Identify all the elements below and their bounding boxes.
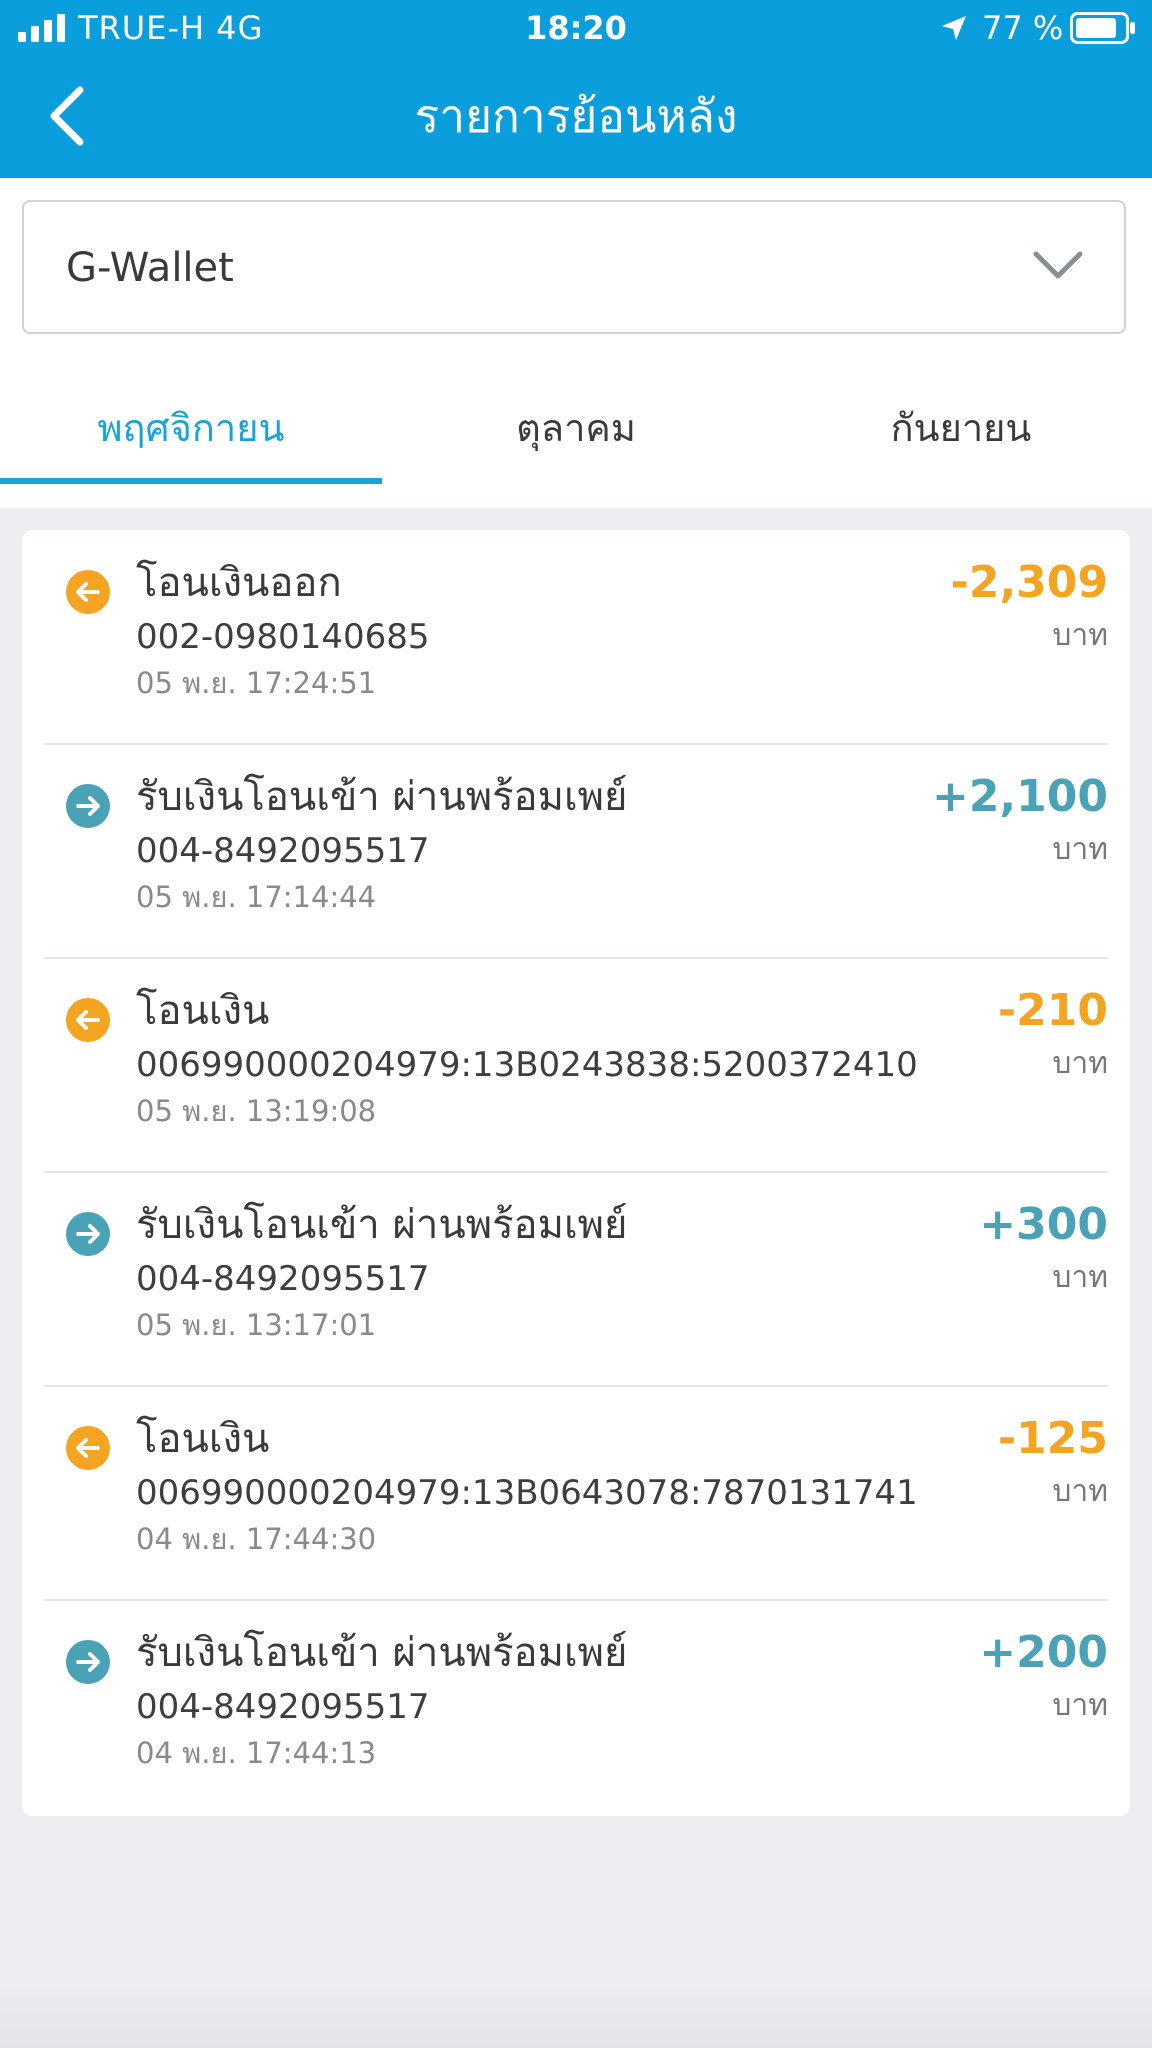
status-time: 18:20 bbox=[525, 9, 627, 47]
tab-october[interactable]: ตุลาคม bbox=[382, 378, 770, 508]
transaction-time: 05 พ.ย. 13:19:08 bbox=[136, 1094, 377, 1128]
arrow-left-circle-icon bbox=[66, 570, 110, 614]
navigation-bar: รายการย้อนหลัง bbox=[0, 58, 1152, 178]
month-tabs: พฤศจิกายน ตุลาคม กันยายน bbox=[0, 378, 1152, 508]
battery-percent: 77 % bbox=[982, 9, 1064, 47]
transaction-reference: 004-8492095517 bbox=[136, 1687, 430, 1727]
currency-unit: บาท bbox=[1052, 1260, 1108, 1295]
transaction-amount: +200 bbox=[979, 1627, 1108, 1678]
currency-unit: บาท bbox=[1052, 1046, 1108, 1081]
arrow-left-circle-icon bbox=[66, 998, 110, 1042]
transaction-time: 05 พ.ย. 17:24:51 bbox=[136, 666, 377, 700]
arrow-left-circle-icon bbox=[66, 1426, 110, 1470]
transaction-reference: 006990000204979:13B0243838:5200372410 bbox=[136, 1045, 918, 1085]
active-tab-indicator bbox=[0, 478, 382, 484]
transaction-amount: +300 bbox=[979, 1199, 1108, 1250]
transaction-reference: 002-0980140685 bbox=[136, 617, 430, 657]
transaction-title: รับเงินโอนเข้า ผ่านพร้อมเพย์ bbox=[136, 1630, 628, 1676]
transaction-reference: 004-8492095517 bbox=[136, 1259, 430, 1299]
transaction-row[interactable]: รับเงินโอนเข้า ผ่านพร้อมเพย์ 004-8492095… bbox=[44, 744, 1130, 958]
currency-unit: บาท bbox=[1052, 832, 1108, 867]
currency-unit: บาท bbox=[1052, 618, 1108, 653]
currency-unit: บาท bbox=[1052, 1688, 1108, 1723]
transaction-reference: 006990000204979:13B0643078:7870131741 bbox=[136, 1473, 918, 1513]
arrow-right-circle-icon bbox=[66, 1640, 110, 1684]
tab-september[interactable]: กันยายน bbox=[770, 378, 1152, 508]
wallet-select-dropdown[interactable]: G-Wallet bbox=[22, 200, 1126, 334]
status-bar: TRUE-H 4G 18:20 77 % bbox=[0, 0, 1152, 58]
transaction-time: 05 พ.ย. 17:14:44 bbox=[136, 880, 377, 914]
transaction-title: รับเงินโอนเข้า ผ่านพร้อมเพย์ bbox=[136, 1202, 628, 1248]
transaction-amount: -210 bbox=[997, 985, 1108, 1036]
tab-november[interactable]: พฤศจิกายน bbox=[0, 378, 382, 508]
transaction-amount: +2,100 bbox=[931, 771, 1108, 822]
arrow-right-circle-icon bbox=[66, 784, 110, 828]
chevron-down-icon bbox=[1033, 251, 1083, 279]
filter-area: G-Wallet พฤศจิกายน ตุลาคม กันยายน bbox=[0, 178, 1152, 508]
wallet-select-value: G-Wallet bbox=[66, 245, 234, 291]
tab-label: พฤศจิกายน bbox=[97, 406, 285, 450]
tab-label: กันยายน bbox=[890, 406, 1032, 450]
transaction-title: โอนเงิน bbox=[136, 988, 270, 1034]
battery-icon bbox=[1070, 12, 1135, 44]
tab-label: ตุลาคม bbox=[516, 406, 636, 450]
app-header: TRUE-H 4G 18:20 77 % รายการย้อนหลัง bbox=[0, 0, 1152, 178]
transaction-row[interactable]: รับเงินโอนเข้า ผ่านพร้อมเพย์ 004-8492095… bbox=[44, 1600, 1130, 1814]
transaction-title: โอนเงินออก bbox=[136, 560, 342, 606]
location-arrow-icon bbox=[942, 16, 966, 40]
transaction-time: 04 พ.ย. 17:44:30 bbox=[136, 1522, 377, 1556]
transaction-title: โอนเงิน bbox=[136, 1416, 270, 1462]
transaction-row[interactable]: โอนเงินออก 002-0980140685 05 พ.ย. 17:24:… bbox=[44, 530, 1130, 744]
transaction-row[interactable]: โอนเงิน 006990000204979:13B0643078:78701… bbox=[44, 1386, 1130, 1600]
transaction-row[interactable]: รับเงินโอนเข้า ผ่านพร้อมเพย์ 004-8492095… bbox=[44, 1172, 1130, 1386]
page-title: รายการย้อนหลัง bbox=[414, 89, 738, 143]
transaction-title: รับเงินโอนเข้า ผ่านพร้อมเพย์ bbox=[136, 774, 628, 820]
transaction-time: 04 พ.ย. 17:44:13 bbox=[136, 1736, 377, 1770]
transaction-amount: -125 bbox=[997, 1413, 1108, 1464]
transaction-list: โอนเงินออก 002-0980140685 05 พ.ย. 17:24:… bbox=[22, 530, 1130, 1816]
arrow-right-circle-icon bbox=[66, 1212, 110, 1256]
transaction-row[interactable]: โอนเงิน 006990000204979:13B0243838:52003… bbox=[44, 958, 1130, 1172]
transaction-amount: -2,309 bbox=[950, 557, 1108, 608]
transaction-time: 05 พ.ย. 13:17:01 bbox=[136, 1308, 377, 1342]
transaction-reference: 004-8492095517 bbox=[136, 831, 430, 871]
bottom-area bbox=[0, 1980, 1152, 2048]
currency-unit: บาท bbox=[1052, 1474, 1108, 1509]
